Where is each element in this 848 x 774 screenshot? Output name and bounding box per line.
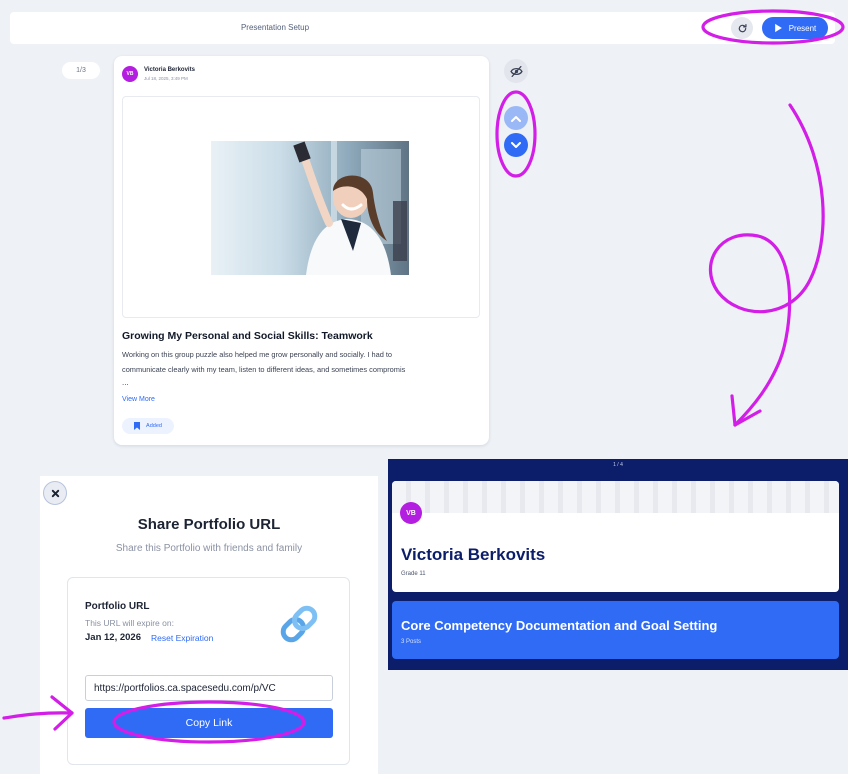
dialog-subtitle: Share this Portfolio with friends and fa… [115,543,303,554]
portfolio-url-input[interactable] [85,675,333,701]
expire-date: Jan 12, 2026 [85,632,141,643]
post-media [122,96,480,318]
close-icon [51,489,59,497]
url-label: Portfolio URL [85,601,150,612]
author-name: Victoria Berkovits [144,67,195,73]
post-title: Growing My Personal and Social Skills: T… [122,330,373,342]
profile-name: Victoria Berkovits [401,545,546,564]
play-icon [774,23,782,33]
present-button-label: Present [788,23,817,33]
chevron-down-icon [511,141,521,148]
avatar: VB [122,66,138,82]
expire-text: This URL will expire on: [85,618,174,628]
presentation-preview: 1 / 4 VB Victoria Berkovits Grade 11 Cor… [388,459,848,670]
post-body: Working on this group puzzle also helped… [122,347,480,377]
setup-bar-title: Presentation Setup [240,23,310,32]
collection-title: Core Competency Documentation and Goal S… [401,618,718,633]
move-up-button[interactable] [504,106,528,130]
profile-avatar: VB [400,502,422,524]
eye-off-icon [509,65,523,77]
profile-banner-pattern [392,481,839,513]
added-label: Added [146,423,162,429]
presentation-setup-bar: Presentation Setup Present [10,12,835,44]
post-timestamp: Jul 18, 2025, 3:49 PM [144,76,188,81]
refresh-icon [738,23,747,32]
copy-link-label: Copy Link [185,717,233,729]
bookmark-icon [134,422,141,430]
close-dialog-button[interactable] [43,481,67,505]
profile-card: VB Victoria Berkovits Grade 11 [392,481,839,592]
loop-arrow-head [730,394,762,427]
post-photo [211,141,409,275]
post-body-line: communicate clearly with my team, listen… [122,365,406,374]
chain-link-icon [280,605,318,643]
present-button[interactable]: Present [762,17,828,39]
copy-link-button[interactable]: Copy Link [85,708,333,738]
page-indicator: 1/3 [62,62,100,79]
chevron-up-icon [511,115,521,122]
post-card: VB Victoria Berkovits Jul 18, 2025, 3:49… [114,56,489,445]
hide-post-button[interactable] [504,59,528,83]
dialog-title: Share Portfolio URL [137,516,281,533]
added-toggle[interactable]: Added [122,418,174,434]
collection-tile[interactable]: Core Competency Documentation and Goal S… [392,601,839,659]
profile-grade: Grade 11 [401,571,426,577]
post-body-line: Working on this group puzzle also helped… [122,350,393,359]
loop-arrow-path [708,103,825,427]
portfolio-url-card: Portfolio URL This URL will expire on: J… [67,577,350,765]
reset-expiration-link[interactable]: Reset Expiration [151,633,213,643]
move-down-button[interactable] [504,133,528,157]
slide-counter: 1 / 4 [613,462,623,468]
post-ellipsis: ... [122,378,129,387]
collection-post-count: 3 Posts [401,639,422,645]
refresh-button[interactable] [731,17,753,39]
view-more-link[interactable]: View More [122,396,155,403]
share-portfolio-dialog: Share Portfolio URL Share this Portfolio… [40,476,378,774]
